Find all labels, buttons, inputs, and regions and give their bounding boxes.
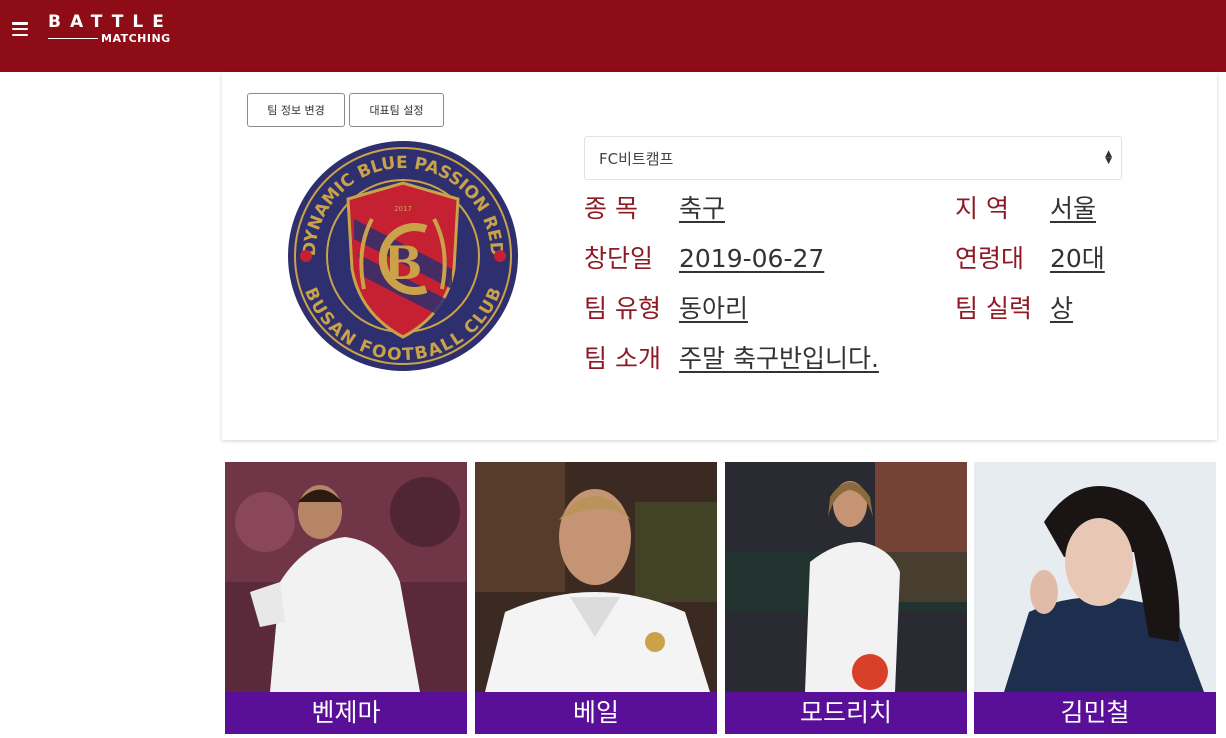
age-row: 연령대 20대	[955, 244, 1105, 274]
player-card[interactable]: 베일	[475, 462, 717, 734]
founded-row: 창단일 2019-06-27	[584, 244, 824, 274]
player-name: 벤제마	[225, 692, 467, 734]
team-select-value: FC비트캠프	[599, 149, 674, 168]
age-label: 연령대	[955, 244, 1025, 273]
player-list: 벤제마 베일 모드리치 김민철	[222, 462, 1217, 734]
region-row: 지 역 서울	[955, 194, 1096, 224]
founded-value: 2019-06-27	[679, 244, 825, 273]
team-info-card: 팀 정보 변경 대표팀 설정 DYNAMIC BLUE PASSION RED …	[222, 72, 1217, 440]
region-label: 지 역	[955, 194, 1009, 223]
founded-label: 창단일	[584, 244, 654, 273]
sport-label: 종 목	[584, 194, 638, 223]
set-representative-team-button[interactable]: 대표팀 설정	[349, 93, 444, 127]
sport-value: 축구	[679, 194, 726, 223]
player-name: 베일	[475, 692, 717, 734]
team-emblem: DYNAMIC BLUE PASSION RED BUSAN FOOTBALL …	[288, 141, 518, 371]
player-photo	[974, 462, 1216, 692]
sport-row: 종 목 축구	[584, 194, 725, 224]
top-navigation-bar: BATTLE MATCHING	[0, 0, 1226, 72]
intro-row: 팀 소개 주말 축구반입니다.	[584, 344, 879, 374]
player-card[interactable]: 모드리치	[725, 462, 967, 734]
skill-label: 팀 실력	[955, 294, 1032, 323]
player-photo	[725, 462, 967, 692]
team-select[interactable]: FC비트캠프 ▲ ▼	[584, 136, 1122, 180]
type-value: 동아리	[679, 294, 749, 323]
type-row: 팀 유형 동아리	[584, 294, 748, 324]
updown-caret-icon: ▲ ▼	[1105, 149, 1112, 166]
skill-row: 팀 실력 상	[955, 294, 1073, 324]
brand-subtitle: MATCHING	[101, 32, 171, 45]
hamburger-menu-icon[interactable]	[12, 22, 28, 36]
player-card[interactable]: 벤제마	[225, 462, 467, 734]
edit-team-info-button[interactable]: 팀 정보 변경	[247, 93, 345, 127]
player-name: 모드리치	[725, 692, 967, 734]
brand-name: BATTLE	[48, 12, 173, 32]
svg-text:B: B	[384, 236, 423, 290]
region-value: 서울	[1050, 194, 1097, 223]
player-card[interactable]: 김민철	[974, 462, 1216, 734]
brand-logo[interactable]: BATTLE MATCHING	[48, 12, 173, 45]
intro-label: 팀 소개	[584, 344, 661, 373]
player-photo	[475, 462, 717, 692]
emblem-year: 2017	[394, 205, 412, 213]
intro-value: 주말 축구반입니다.	[679, 344, 879, 373]
skill-value: 상	[1050, 294, 1074, 323]
player-name: 김민철	[974, 692, 1216, 734]
type-label: 팀 유형	[584, 294, 661, 323]
player-photo	[225, 462, 467, 692]
age-value: 20대	[1050, 244, 1105, 273]
